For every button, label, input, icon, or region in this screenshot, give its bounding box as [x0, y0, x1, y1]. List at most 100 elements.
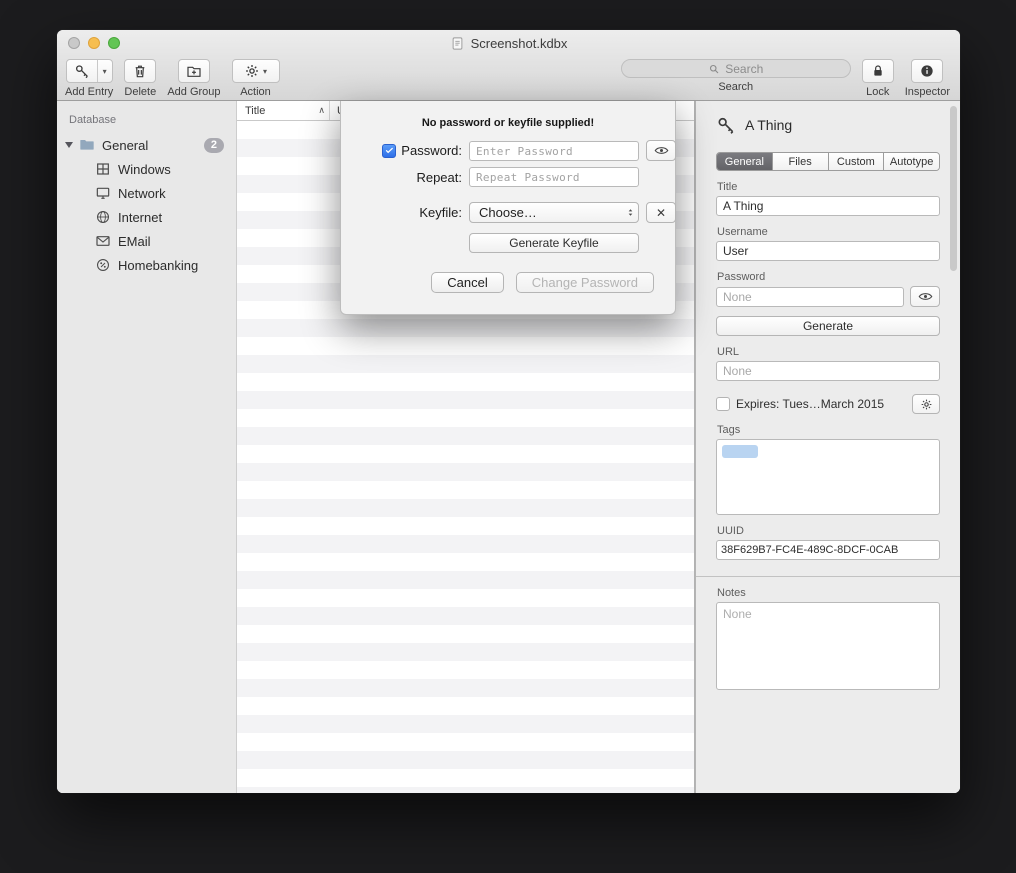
keyfile-label: Keyfile: — [419, 205, 462, 220]
section-divider — [696, 576, 960, 577]
search-input[interactable]: Search — [621, 59, 851, 78]
expires-checkbox[interactable] — [716, 397, 730, 411]
network-icon — [95, 185, 111, 201]
sidebar-group-windows[interactable]: Windows — [57, 157, 236, 181]
password-checkbox[interactable] — [382, 144, 396, 158]
sidebar-group-general[interactable]: General 2 — [57, 133, 236, 157]
clear-keyfile-button[interactable]: ✕ — [646, 202, 676, 223]
eye-icon — [918, 290, 933, 303]
gear-icon — [244, 63, 260, 79]
disclosure-triangle-icon[interactable] — [65, 142, 73, 148]
entry-header: A Thing — [716, 101, 940, 135]
uuid-label: UUID — [717, 525, 939, 537]
search-label: Search — [718, 81, 753, 93]
info-icon — [919, 63, 935, 79]
username-field[interactable] — [716, 241, 940, 261]
popup-stepper-icon — [625, 205, 636, 220]
repeat-label-cell: Repeat: — [362, 170, 462, 185]
change-password-button[interactable]: Change Password — [516, 272, 654, 293]
dialog-form: Password: Repeat: Keyfile: Choose… ✕ — [341, 140, 675, 253]
zoom-button[interactable] — [108, 37, 120, 49]
notes-label: Notes — [717, 587, 939, 599]
scrollbar-thumb[interactable] — [950, 106, 957, 271]
search-icon — [708, 63, 720, 75]
eye-icon — [654, 144, 669, 157]
generate-keyfile-button[interactable]: Generate Keyfile — [469, 233, 639, 253]
delete-label: Delete — [124, 86, 156, 98]
sidebar-group-email[interactable]: EMail — [57, 229, 236, 253]
close-button[interactable] — [68, 37, 80, 49]
minimize-button[interactable] — [88, 37, 100, 49]
keyfile-popup[interactable]: Choose… — [469, 202, 639, 223]
delete-button[interactable]: Delete — [124, 59, 156, 98]
entry-count-badge: 2 — [204, 138, 224, 153]
percent-coin-icon — [95, 257, 111, 273]
inspector-label: Inspector — [905, 86, 950, 98]
expires-settings-button[interactable] — [912, 394, 940, 414]
windows-icon — [95, 161, 111, 177]
sidebar: Database General 2 Windows Network Inter… — [57, 101, 237, 793]
sidebar-group-label: General — [102, 138, 148, 153]
tags-field[interactable] — [716, 439, 940, 515]
keyfile-label-cell: Keyfile: — [362, 205, 462, 220]
folder-icon — [79, 137, 95, 153]
title-label: Title — [717, 181, 939, 193]
title-field[interactable] — [716, 196, 940, 216]
toolbar: ▾ Add Entry Delete Add Group — [57, 57, 960, 101]
notes-placeholder: None — [723, 607, 752, 621]
chevron-down-icon[interactable]: ▾ — [97, 60, 112, 82]
action-button[interactable]: ▾ Action — [232, 59, 280, 98]
inspector-tabs: General Files Custom Autotype — [716, 152, 940, 171]
url-field[interactable] — [716, 361, 940, 381]
close-x-icon: ✕ — [656, 206, 666, 220]
tab-autotype[interactable]: Autotype — [883, 153, 939, 170]
cancel-button[interactable]: Cancel — [431, 272, 503, 293]
column-title-label: Title — [245, 105, 265, 117]
repeat-password-input[interactable] — [469, 167, 639, 187]
url-label: URL — [717, 346, 939, 358]
sidebar-section-header: Database — [57, 101, 236, 133]
sidebar-group-homebanking[interactable]: Homebanking — [57, 253, 236, 277]
sidebar-group-network[interactable]: Network — [57, 181, 236, 205]
add-entry-button[interactable]: ▾ Add Entry — [65, 59, 113, 98]
repeat-label: Repeat: — [416, 170, 462, 185]
sidebar-group-label: EMail — [118, 234, 151, 249]
window-title: Screenshot.kdbx — [57, 30, 960, 57]
key-plus-icon[interactable] — [67, 60, 97, 82]
password-input[interactable] — [469, 141, 639, 161]
reveal-password-button[interactable] — [910, 286, 940, 307]
action-label: Action — [240, 86, 271, 98]
sidebar-group-label: Homebanking — [118, 258, 198, 273]
lock-button[interactable]: Lock — [862, 59, 894, 98]
envelope-icon — [95, 233, 111, 249]
sidebar-group-label: Internet — [118, 210, 162, 225]
uuid-field[interactable] — [716, 540, 940, 560]
tags-label: Tags — [717, 424, 939, 436]
keyfile-value: Choose… — [479, 205, 537, 220]
tab-files[interactable]: Files — [772, 153, 828, 170]
window-chrome: Screenshot.kdbx ▾ Add Entry — [57, 30, 960, 101]
dialog-message: No password or keyfile supplied! — [341, 101, 675, 129]
entry-title: A Thing — [745, 117, 792, 133]
app-window: Screenshot.kdbx ▾ Add Entry — [57, 30, 960, 793]
sidebar-group-internet[interactable]: Internet — [57, 205, 236, 229]
sidebar-group-label: Windows — [118, 162, 171, 177]
titlebar[interactable]: Screenshot.kdbx — [57, 30, 960, 57]
gear-icon — [919, 398, 934, 411]
add-group-button[interactable]: Add Group — [167, 59, 220, 98]
inspector-scrollbar[interactable] — [949, 105, 958, 789]
notes-field[interactable]: None — [716, 602, 940, 690]
tab-custom[interactable]: Custom — [828, 153, 884, 170]
reveal-password-button[interactable] — [646, 140, 676, 161]
password-label-cell: Password: — [362, 143, 462, 158]
expires-label: Expires: Tues…March 2015 — [736, 397, 906, 411]
tab-general[interactable]: General — [717, 153, 772, 170]
globe-icon — [95, 209, 111, 225]
generate-password-button[interactable]: Generate — [716, 316, 940, 336]
inspector-toggle-button[interactable]: Inspector — [905, 59, 950, 98]
sidebar-group-label: Network — [118, 186, 166, 201]
column-header-title[interactable]: Title ∧ — [237, 101, 330, 120]
tag-chip[interactable] — [722, 445, 758, 458]
password-field[interactable] — [716, 287, 904, 307]
entry-key-icon — [716, 115, 736, 135]
